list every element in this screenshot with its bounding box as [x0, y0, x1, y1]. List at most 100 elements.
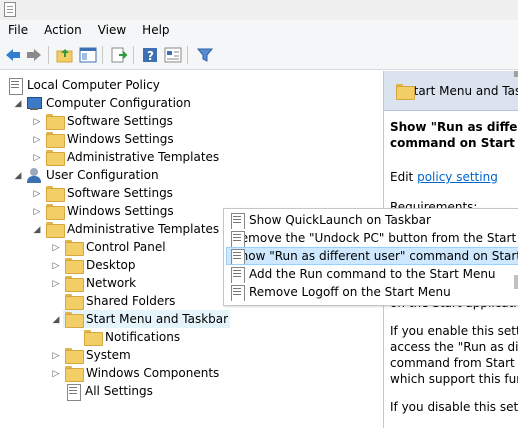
forward-arrow-icon — [27, 49, 41, 61]
details-header: Start Menu and Tas — [384, 71, 518, 111]
collapse-arrow-icon[interactable]: ◢ — [13, 99, 23, 109]
tree-item-all-settings[interactable]: All Settings — [65, 382, 153, 401]
folder-icon — [46, 150, 65, 166]
menu-file[interactable]: File — [0, 20, 36, 40]
properties-icon — [164, 47, 182, 63]
toolbar-separator — [187, 46, 188, 64]
tree-item-shared-folders[interactable]: Shared Folders — [65, 292, 175, 310]
properties-button[interactable] — [163, 45, 183, 65]
collapse-arrow-icon[interactable]: ◢ — [32, 225, 42, 235]
tree-item-computer-configuration[interactable]: Computer Configuration — [26, 94, 191, 112]
tree-item-label: Windows Components — [86, 366, 220, 380]
description-line: If you disable this setting — [390, 400, 518, 414]
folder-icon — [65, 348, 84, 364]
tree-item-windows-settings[interactable]: Windows Settings — [46, 130, 174, 148]
edit-line: Edit policy setting — [390, 169, 518, 185]
folder-icon — [46, 186, 65, 202]
tree-item-local-computer-policy[interactable]: Local Computer Policy — [7, 76, 160, 95]
tree-item-label: User Configuration — [46, 168, 159, 182]
folder-icon — [46, 114, 65, 130]
tree-item-start-menu-and-taskbar[interactable]: Start Menu and Taskbar — [63, 310, 231, 328]
expand-arrow-icon[interactable]: ▷ — [32, 117, 42, 127]
scrollbar[interactable] — [514, 71, 518, 77]
app-icon — [4, 2, 16, 17]
folder-icon — [65, 366, 84, 382]
expand-arrow-icon[interactable]: ▷ — [32, 207, 42, 217]
expand-arrow-icon[interactable]: ▷ — [32, 189, 42, 199]
expand-arrow-icon[interactable]: ▷ — [32, 153, 42, 163]
policy-setting-link[interactable]: policy setting — [417, 170, 498, 184]
toolbar-separator — [48, 46, 49, 64]
show-hide-tree-button[interactable] — [78, 45, 98, 65]
up-folder-icon — [56, 49, 73, 63]
tree-item-label: System — [86, 348, 131, 362]
export-list-icon — [111, 47, 128, 63]
menu-action[interactable]: Action — [36, 20, 90, 40]
list-item-label: Add the Run command to the Start Menu — [249, 267, 496, 281]
details-header-title: Start Menu and Tas — [406, 83, 518, 98]
folder-icon — [65, 294, 84, 310]
tree-item-label: Notifications — [105, 330, 181, 344]
help-button[interactable]: ? — [140, 45, 160, 65]
expand-arrow-icon[interactable]: ▷ — [51, 279, 61, 289]
expand-arrow-icon[interactable]: ▷ — [51, 243, 61, 253]
toolbar-separator — [102, 46, 103, 64]
folder-icon — [65, 240, 84, 256]
tree-item-label: Computer Configuration — [46, 96, 191, 110]
tree-item-network[interactable]: Network — [65, 274, 136, 292]
edit-label: Edit — [390, 170, 414, 184]
menu-help[interactable]: Help — [134, 20, 177, 40]
expand-arrow-icon[interactable]: ▷ — [51, 351, 61, 361]
list-item-add-run-command[interactable]: Add the Run command to the Start Menu — [226, 265, 518, 283]
tree-item-software-settings[interactable]: Software Settings — [46, 184, 173, 202]
tree-item-control-panel[interactable]: Control Panel — [65, 238, 166, 256]
tree-item-software-settings[interactable]: Software Settings — [46, 112, 173, 130]
tree-item-label: Network — [86, 276, 137, 290]
description-line: command from Start for — [390, 356, 518, 370]
filter-icon — [197, 48, 213, 62]
help-icon: ? — [143, 48, 157, 63]
back-arrow-icon — [6, 49, 20, 61]
expand-arrow-icon[interactable]: ▷ — [32, 135, 42, 145]
collapse-arrow-icon[interactable]: ◢ — [51, 315, 61, 325]
tree-item-user-configuration[interactable]: User Configuration — [26, 166, 159, 184]
list-item-show-quicklaunch[interactable]: Show QuickLaunch on Taskbar — [226, 211, 518, 229]
policy-settings-list: Show QuickLaunch on Taskbar Remove the "… — [223, 208, 518, 306]
tree-item-desktop[interactable]: Desktop — [65, 256, 136, 274]
tree-item-label: Administrative Templates — [67, 222, 220, 236]
tree-item-windows-components[interactable]: Windows Components — [65, 364, 219, 382]
folder-icon — [46, 204, 65, 220]
menu-view[interactable]: View — [90, 20, 134, 40]
tree-item-administrative-templates[interactable]: Administrative Templates — [46, 220, 219, 238]
menu-bar: File Action View Help — [0, 20, 518, 40]
tree-item-label: Control Panel — [86, 240, 166, 254]
policy-title-line1: Show "Run as different — [390, 120, 518, 134]
folder-icon — [46, 132, 65, 148]
svg-text:?: ? — [147, 49, 154, 63]
back-button[interactable] — [3, 45, 23, 65]
tree-item-label: Windows Settings — [67, 204, 174, 218]
policy-title-line2: command on Start — [390, 136, 515, 150]
list-item-show-run-as-different-user[interactable]: Show "Run as different user" command on … — [226, 247, 518, 265]
tree-item-windows-settings[interactable]: Windows Settings — [46, 202, 174, 220]
filter-button[interactable] — [195, 45, 215, 65]
description-line: If you enable this setting, — [390, 324, 518, 338]
toolbar-separator — [133, 46, 134, 64]
forward-button[interactable] — [24, 45, 44, 65]
export-list-button[interactable] — [109, 45, 129, 65]
setting-icon — [229, 266, 245, 283]
user-icon — [26, 167, 42, 183]
list-item-remove-undock-pc[interactable]: Remove the "Undock PC" button from the S… — [226, 229, 518, 247]
tree-item-label: Windows Settings — [67, 132, 174, 146]
list-item-remove-logoff[interactable]: Remove Logoff on the Start Menu — [226, 283, 518, 301]
expand-arrow-icon[interactable]: ▷ — [51, 261, 61, 271]
scrollbar-thumb[interactable] — [514, 275, 518, 289]
tree-item-system[interactable]: System — [65, 346, 131, 364]
expand-arrow-icon[interactable]: ▷ — [51, 369, 61, 379]
up-one-level-button[interactable] — [55, 45, 75, 65]
tree-item-administrative-templates[interactable]: Administrative Templates — [46, 148, 219, 166]
list-item-label: Remove Logoff on the Start Menu — [249, 285, 451, 299]
tree-item-notifications[interactable]: Notifications — [84, 328, 180, 346]
collapse-arrow-icon[interactable]: ◢ — [13, 171, 23, 181]
setting-icon — [229, 284, 245, 301]
